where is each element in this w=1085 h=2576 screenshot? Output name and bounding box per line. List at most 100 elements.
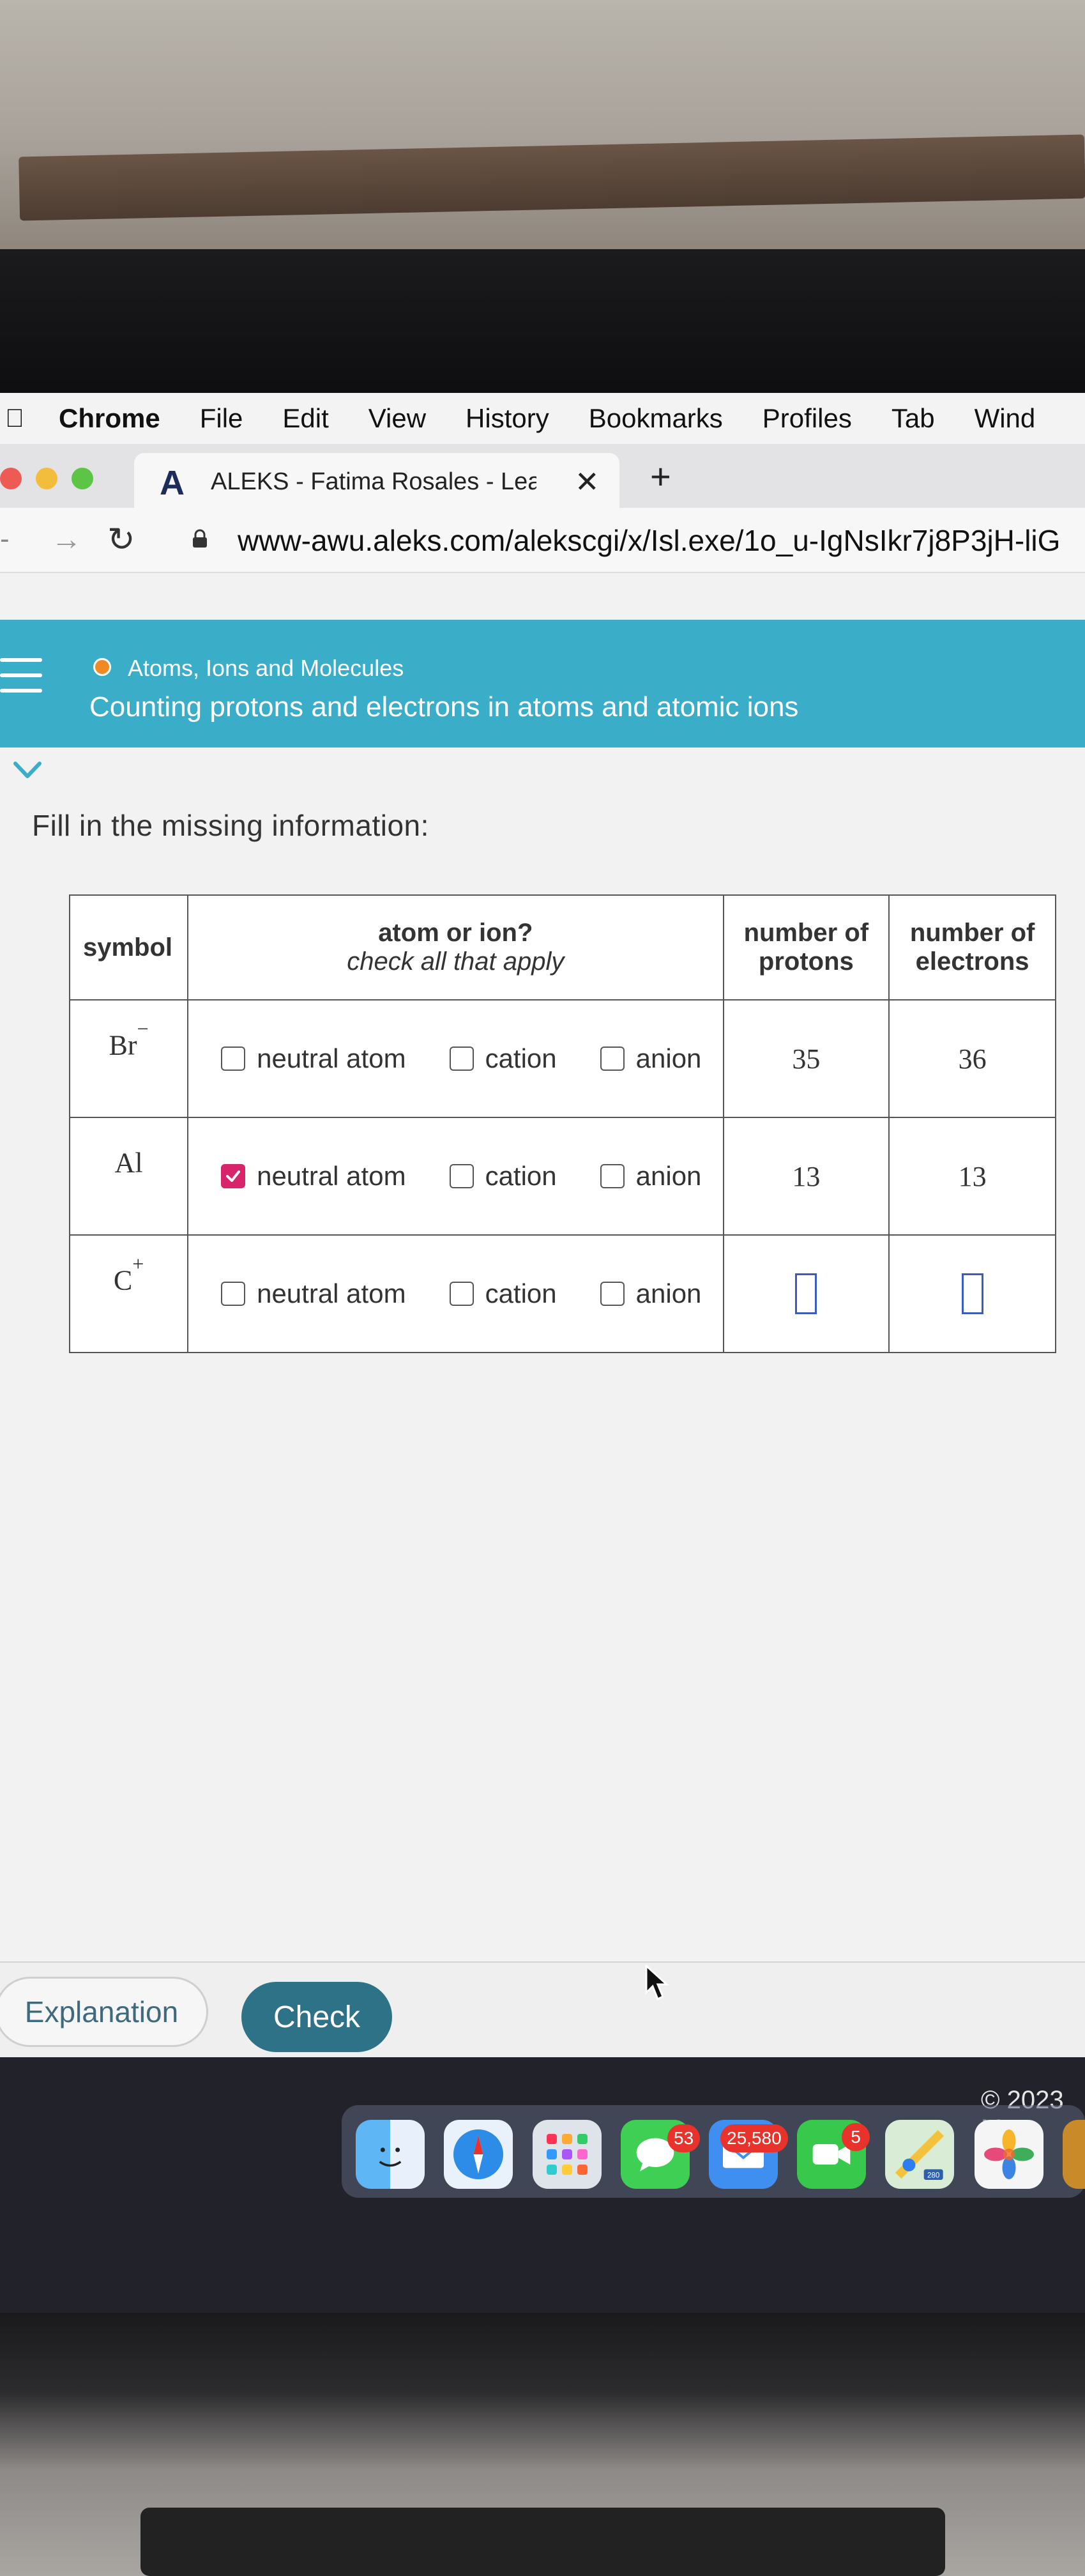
laptop-bezel (0, 249, 1085, 396)
atom-or-ion-cell: neutral atom cation anion (187, 999, 724, 1118)
screen:  Chrome File Edit View History Bookmark… (0, 393, 1085, 2313)
header-electrons-line2: electrons (915, 947, 1029, 976)
cation-checkbox[interactable] (449, 1282, 474, 1306)
tab-close-icon[interactable]: ✕ (575, 464, 600, 499)
menu-chrome[interactable]: Chrome (59, 403, 160, 434)
anion-option[interactable]: anion (600, 1278, 702, 1309)
topic-title: Atoms, Ions and Molecules (128, 655, 404, 681)
window-zoom-button[interactable] (72, 468, 93, 489)
cation-checkbox[interactable] (449, 1164, 474, 1188)
checkmark-icon (226, 1170, 241, 1182)
header-protons-line2: protons (758, 947, 854, 976)
tab-strip: A ALEKS - Fatima Rosales - Lear ✕ + (0, 444, 1085, 508)
neutral-atom-label: neutral atom (257, 1043, 406, 1073)
mail-badge: 25,580 (720, 2124, 788, 2152)
electrons-value: 36 (888, 999, 1056, 1118)
window-close-button[interactable] (0, 468, 22, 489)
neutral-atom-checkbox[interactable] (221, 1282, 246, 1306)
menu-tab[interactable]: Tab (892, 403, 935, 434)
electrons-input[interactable] (961, 1273, 983, 1314)
electrons-input-cell (888, 1234, 1056, 1353)
menu-profiles[interactable]: Profiles (763, 403, 852, 434)
url-field[interactable]: www-awu.aleks.com/alekscgi/x/Isl.exe/1o_… (238, 523, 1060, 558)
cation-label: cation (485, 1161, 557, 1191)
protons-value: 35 (722, 999, 890, 1118)
menu-edit[interactable]: Edit (282, 403, 328, 434)
anion-checkbox[interactable] (600, 1046, 625, 1071)
header-protons-line1: number of (743, 919, 869, 947)
anion-label: anion (635, 1278, 702, 1308)
neutral-atom-option[interactable]: neutral atom (221, 1161, 406, 1192)
cation-checkbox[interactable] (449, 1046, 474, 1071)
header-atom-title: atom or ion? (378, 919, 533, 947)
header-symbol: symbol (68, 894, 189, 1000)
cation-option[interactable]: cation (449, 1278, 557, 1309)
aleks-logo-icon: A (160, 464, 185, 502)
charge-sign: + (132, 1252, 144, 1275)
safari-icon[interactable] (444, 2120, 513, 2189)
anion-option[interactable]: anion (600, 1043, 702, 1074)
menu-file[interactable]: File (200, 403, 243, 434)
header-atom-or-ion: atom or ion? check all that apply (187, 894, 724, 1000)
table-header-row: symbol atom or ion? check all that apply… (68, 894, 1056, 1000)
anion-checkbox[interactable] (600, 1282, 625, 1306)
photos-icon[interactable] (975, 2120, 1043, 2189)
menu-window[interactable]: Wind (975, 403, 1036, 434)
element-symbol: Br (109, 1029, 137, 1061)
anion-option[interactable]: anion (600, 1161, 702, 1192)
browser-tab[interactable]: A ALEKS - Fatima Rosales - Lear ✕ (134, 453, 619, 508)
menu-bookmarks[interactable]: Bookmarks (589, 403, 723, 434)
check-button[interactable]: Check (241, 1982, 392, 2052)
neutral-atom-option[interactable]: neutral atom (221, 1043, 406, 1074)
protons-value: 13 (722, 1117, 890, 1236)
symbol-cell: Al (68, 1117, 189, 1236)
partial-app-icon[interactable] (1063, 2120, 1085, 2189)
neutral-atom-label: neutral atom (257, 1278, 406, 1308)
launchpad-icon[interactable] (533, 2120, 602, 2189)
tab-title: ALEKS - Fatima Rosales - Lear (211, 468, 536, 495)
finder-icon[interactable] (356, 2120, 425, 2189)
new-tab-icon[interactable]: + (650, 456, 671, 497)
protons-input-cell (722, 1234, 890, 1353)
maps-icon[interactable]: 280 (885, 2120, 954, 2189)
electrons-value: 13 (888, 1117, 1056, 1236)
menu-view[interactable]: View (368, 403, 426, 434)
anion-label: anion (635, 1161, 702, 1191)
menu-history[interactable]: History (466, 403, 549, 434)
table-row: C+ neutral atom cation anion (68, 1234, 1056, 1353)
neutral-atom-option[interactable]: neutral atom (221, 1278, 406, 1309)
anion-checkbox[interactable] (600, 1164, 625, 1188)
cation-option[interactable]: cation (449, 1043, 557, 1074)
facetime-badge: 5 (842, 2123, 870, 2151)
atom-or-ion-cell: neutral atom cation anion (187, 1117, 724, 1236)
protons-input[interactable] (795, 1273, 817, 1314)
cation-label: cation (485, 1043, 557, 1073)
action-bar: Explanation Check (0, 1961, 1085, 2058)
apple-menu-icon[interactable]:  (5, 404, 31, 433)
window-minimize-button[interactable] (36, 468, 57, 489)
element-symbol: C (113, 1264, 133, 1296)
header-electrons: number of electrons (888, 894, 1056, 1000)
chevron-down-icon[interactable] (11, 757, 43, 783)
reload-icon[interactable]: ↻ (107, 521, 135, 559)
cation-option[interactable]: cation (449, 1161, 557, 1192)
explanation-button[interactable]: Explanation (0, 1977, 208, 2047)
neutral-atom-checkbox-checked[interactable] (221, 1164, 246, 1188)
charge-sign: − (137, 1017, 149, 1040)
lock-icon (193, 529, 207, 548)
question-instruction: Fill in the missing information: (32, 809, 429, 842)
question-table: symbol atom or ion? check all that apply… (68, 894, 1056, 1353)
anion-label: anion (635, 1043, 702, 1073)
neutral-atom-checkbox[interactable] (221, 1046, 246, 1071)
neutral-atom-label: neutral atom (257, 1161, 406, 1191)
topic-status-icon (93, 658, 111, 676)
lesson-title: Counting protons and electrons in atoms … (89, 691, 799, 723)
forward-arrow-icon[interactable]: → (51, 522, 82, 557)
messages-badge: 53 (667, 2124, 701, 2152)
table-row: Al neutral atom cation anion 13 13 (68, 1117, 1056, 1236)
mouse-cursor-icon (645, 1965, 669, 2001)
back-arrow-icon[interactable]: - (0, 523, 10, 555)
table-row: Br− neutral atom cation anion 35 36 (68, 999, 1056, 1118)
atom-or-ion-cell: neutral atom cation anion (187, 1234, 724, 1353)
hamburger-menu-icon[interactable] (0, 658, 42, 704)
